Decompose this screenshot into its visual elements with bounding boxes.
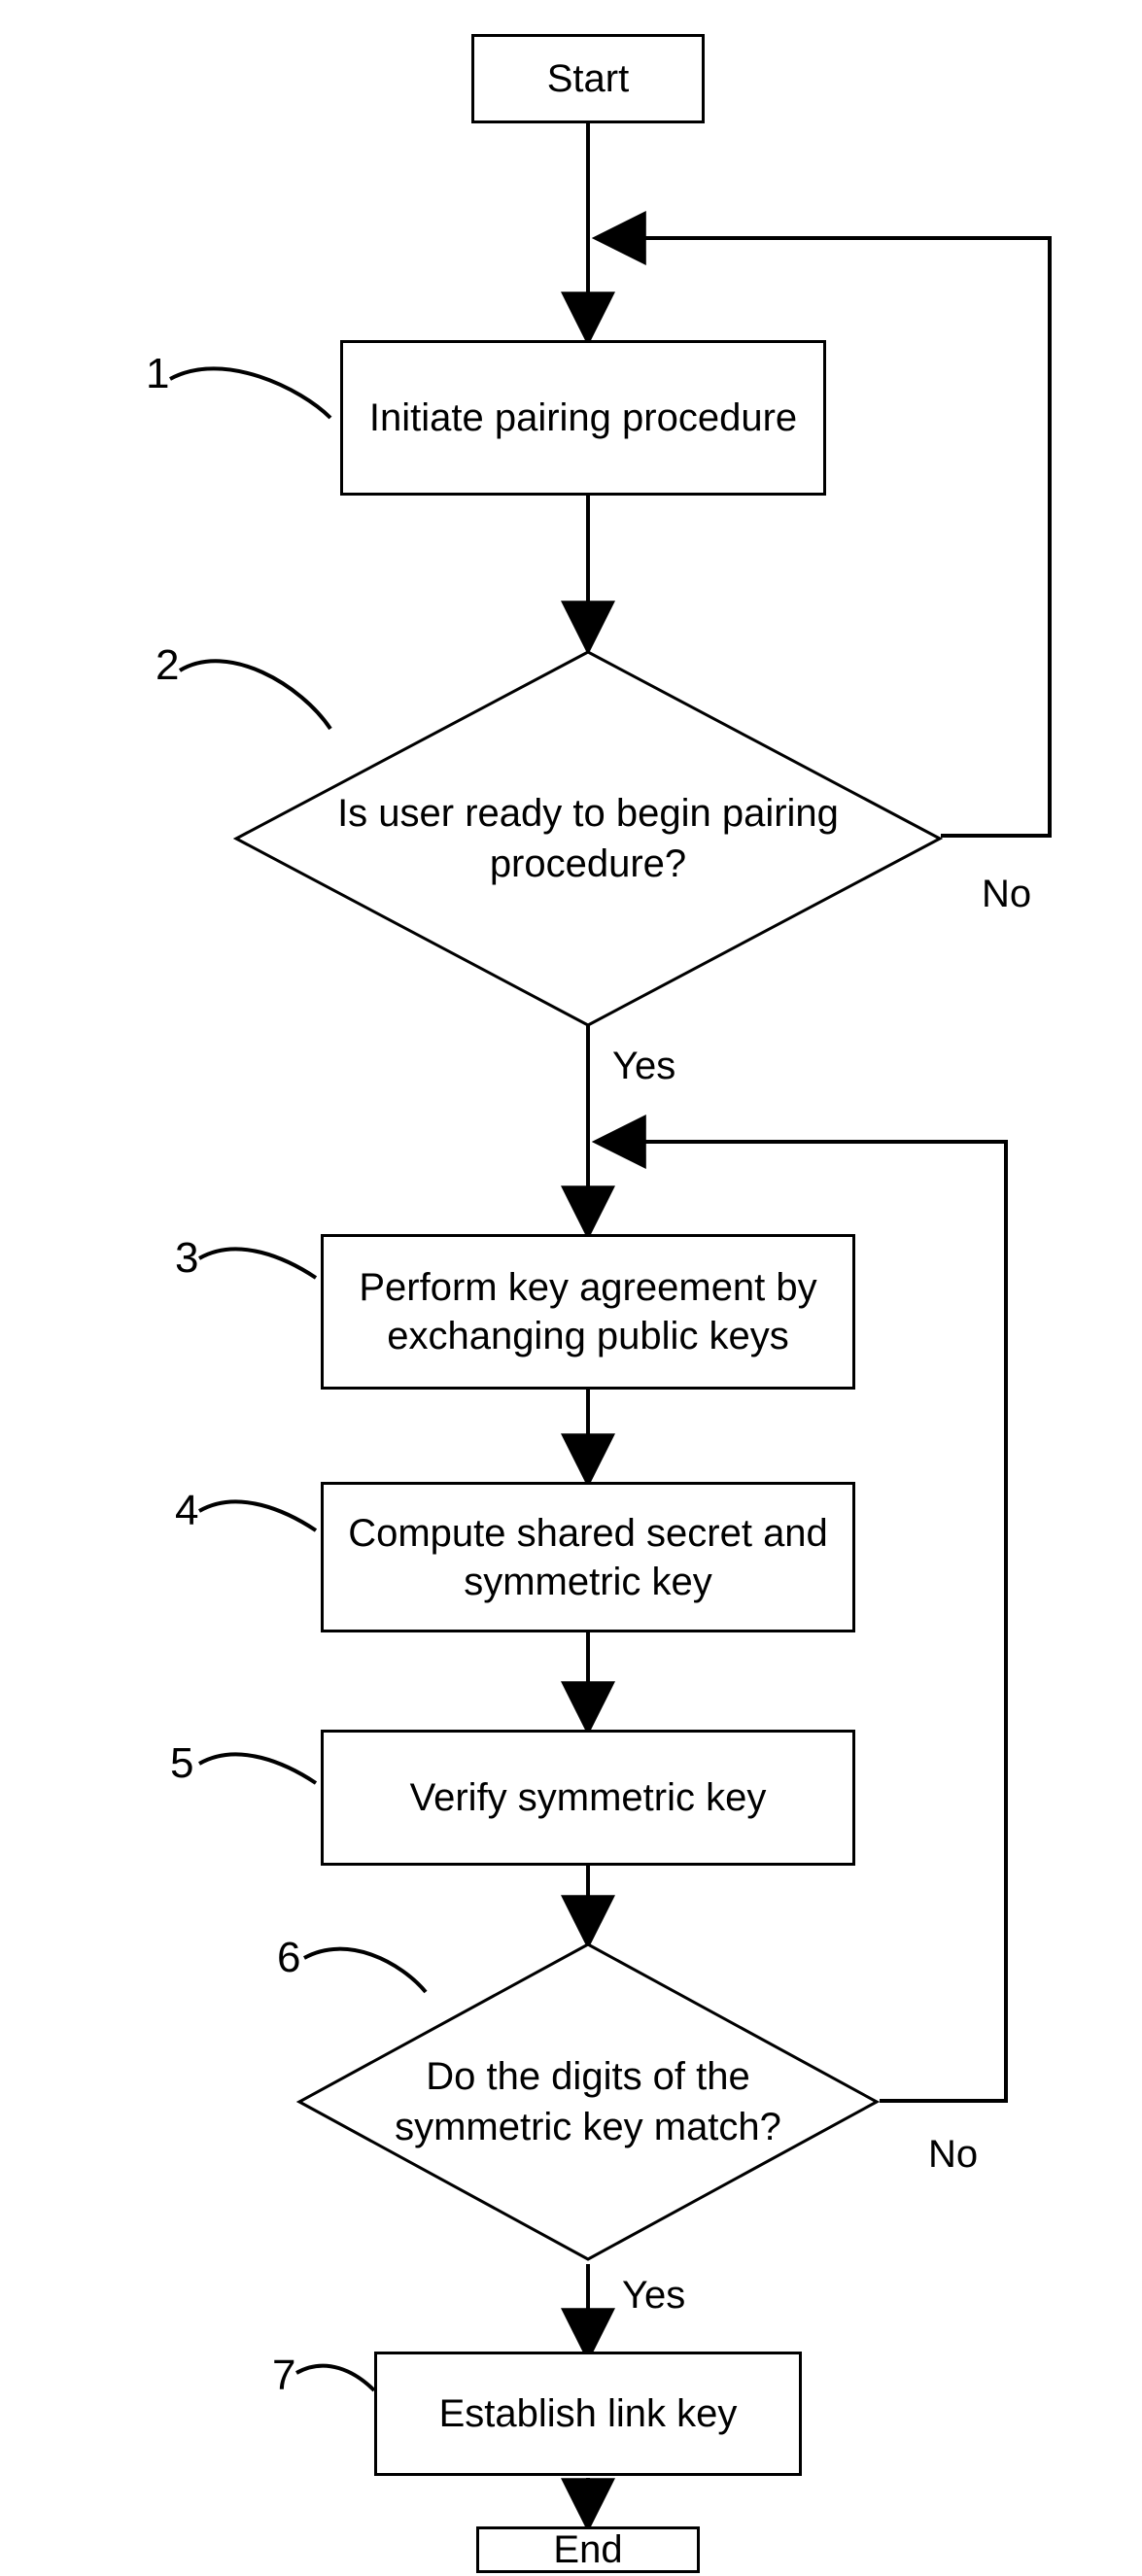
node-number-6: 6: [277, 1934, 300, 1982]
leader-line-3: [194, 1244, 326, 1312]
process-label: Verify symmetric key: [410, 1773, 767, 1822]
end-node: End: [476, 2526, 700, 2573]
process-verify-symmetric-key: Verify symmetric key: [321, 1730, 855, 1866]
leader-line-5: [194, 1749, 326, 1817]
process-initiate-pairing: Initiate pairing procedure: [340, 340, 826, 496]
edge-label-yes-n6: Yes: [622, 2274, 685, 2318]
process-label: Establish link key: [439, 2389, 738, 2438]
edge-label-no-n6: No: [928, 2133, 978, 2177]
decision-label: Is user ready to begin pairing procedure…: [233, 788, 943, 889]
node-number-5: 5: [170, 1739, 193, 1788]
leader-line-4: [194, 1496, 326, 1564]
flowchart-canvas: Start Initiate pairing procedure 1 Is us…: [0, 0, 1142, 2576]
edge-label-no-n2: No: [982, 873, 1031, 916]
process-compute-shared-secret: Compute shared secret and symmetric key: [321, 1482, 855, 1632]
leader-line-1: [165, 360, 340, 466]
edge-label-yes-n2: Yes: [612, 1045, 675, 1088]
leader-line-7: [292, 2361, 384, 2420]
end-label: End: [553, 2525, 622, 2574]
leader-line-6: [299, 1943, 435, 2021]
start-label: Start: [547, 54, 629, 103]
process-label: Initiate pairing procedure: [369, 394, 797, 442]
leader-line-2: [175, 651, 340, 768]
start-node: Start: [471, 34, 705, 123]
process-establish-link-key: Establish link key: [374, 2352, 802, 2476]
process-label: Perform key agreement by exchanging publ…: [338, 1263, 838, 1360]
process-key-agreement: Perform key agreement by exchanging publ…: [321, 1234, 855, 1390]
process-label: Compute shared secret and symmetric key: [338, 1509, 838, 1606]
decision-label: Do the digits of the symmetric key match…: [296, 2051, 880, 2152]
